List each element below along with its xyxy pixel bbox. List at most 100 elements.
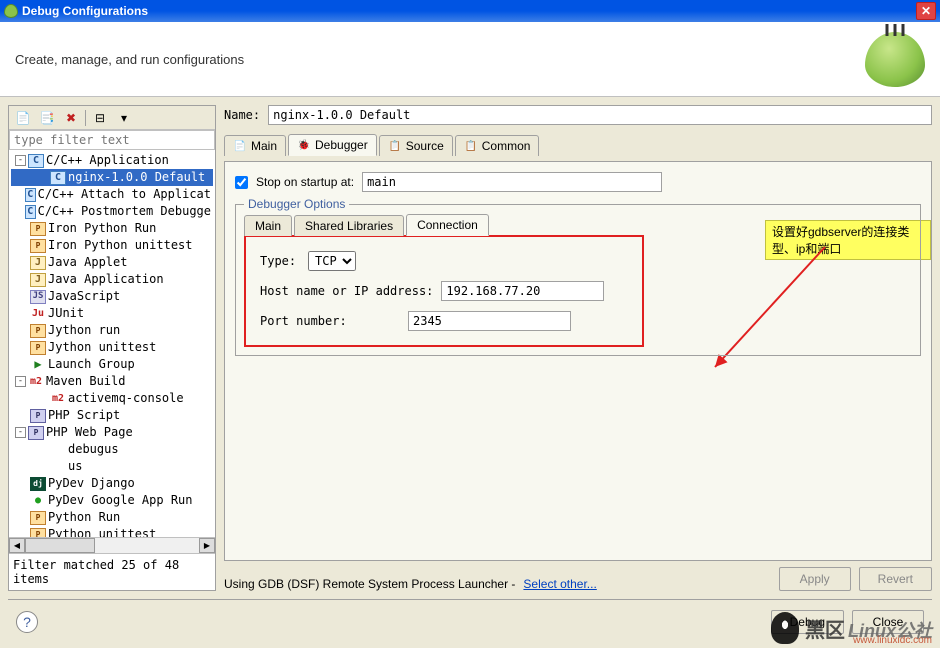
- tree-item[interactable]: PPython unittest: [11, 526, 213, 537]
- tree-item[interactable]: CC/C++ Postmortem Debugge: [11, 203, 213, 220]
- m2-icon: m2: [50, 392, 66, 406]
- host-input[interactable]: [441, 281, 604, 301]
- scroll-right-button[interactable]: ▶: [199, 538, 215, 553]
- stop-on-startup-input[interactable]: [362, 172, 662, 192]
- close-button[interactable]: Close: [852, 610, 924, 634]
- tree-item-label: Launch Group: [48, 357, 135, 372]
- expander-icon[interactable]: -: [15, 427, 26, 438]
- tree-item[interactable]: JJava Application: [11, 271, 213, 288]
- tree-item[interactable]: Cnginx-1.0.0 Default: [11, 169, 213, 186]
- type-select[interactable]: TCP: [308, 251, 356, 271]
- tree-item[interactable]: -m2Maven Build: [11, 373, 213, 390]
- config-toolbar: 📄 📑 ✖ ⊟ ▾: [9, 106, 215, 130]
- filter-status: Filter matched 25 of 48 items: [9, 553, 215, 590]
- tree-item[interactable]: PIron Python Run: [11, 220, 213, 237]
- host-label: Host name or IP address:: [260, 284, 433, 298]
- py-icon: P: [30, 511, 46, 525]
- dj-icon: dj: [30, 477, 46, 491]
- tree-item[interactable]: -PPHP Web Page: [11, 424, 213, 441]
- tree-item[interactable]: CC/C++ Attach to Applicat: [11, 186, 213, 203]
- scroll-thumb[interactable]: [25, 538, 95, 553]
- port-label: Port number:: [260, 314, 400, 328]
- bug-icon: [4, 4, 18, 18]
- revert-button[interactable]: Revert: [859, 567, 932, 591]
- name-label: Name:: [224, 108, 260, 122]
- tree-item[interactable]: PIron Python unittest: [11, 237, 213, 254]
- stop-on-startup-checkbox[interactable]: [235, 176, 248, 189]
- tree-item-label: PHP Web Page: [46, 425, 133, 440]
- tree-item[interactable]: m2activemq-console: [11, 390, 213, 407]
- close-window-button[interactable]: ✕: [916, 2, 936, 20]
- py-icon: P: [30, 528, 46, 538]
- c-icon: C: [25, 205, 36, 219]
- tree-item[interactable]: -CC/C++ Application: [11, 152, 213, 169]
- tree-item-label: Jython unittest: [48, 340, 156, 355]
- tree-item[interactable]: us: [11, 458, 213, 475]
- tree-item[interactable]: PJython unittest: [11, 339, 213, 356]
- port-input[interactable]: [408, 311, 571, 331]
- expander-icon[interactable]: -: [15, 376, 26, 387]
- tree-item-label: Java Applet: [48, 255, 127, 270]
- tree-item[interactable]: debugus: [11, 441, 213, 458]
- tab-debugger[interactable]: 🐞Debugger: [288, 134, 377, 156]
- bug-logo-icon: [865, 32, 925, 87]
- tree-item[interactable]: JuJUnit: [11, 305, 213, 322]
- duplicate-config-button[interactable]: 📑: [37, 109, 57, 127]
- tree-item-label: Python Run: [48, 510, 120, 525]
- window-title: Debug Configurations: [22, 4, 148, 18]
- tree-item[interactable]: djPyDev Django: [11, 475, 213, 492]
- tree-item-label: JavaScript: [48, 289, 120, 304]
- tree-item[interactable]: JJava Applet: [11, 254, 213, 271]
- php-icon: P: [28, 426, 44, 440]
- config-tree[interactable]: -CC/C++ ApplicationCnginx-1.0.0 DefaultC…: [9, 150, 215, 537]
- py-icon: P: [30, 222, 46, 236]
- tree-item-label: C/C++ Postmortem Debugge: [38, 204, 211, 219]
- help-button[interactable]: ?: [16, 611, 38, 633]
- tree-item-label: debugus: [68, 442, 119, 457]
- tree-item-label: Maven Build: [46, 374, 125, 389]
- tree-item[interactable]: PJython run: [11, 322, 213, 339]
- apply-button[interactable]: Apply: [779, 567, 851, 591]
- tree-item-label: nginx-1.0.0 Default: [68, 170, 205, 185]
- tree-item-label: C/C++ Application: [46, 153, 169, 168]
- debug-button[interactable]: Debug: [771, 610, 844, 634]
- tree-item[interactable]: ●PyDev Google App Run: [11, 492, 213, 509]
- tree-item-label: Java Application: [48, 272, 164, 287]
- tree-item-label: PHP Script: [48, 408, 120, 423]
- tab-common[interactable]: 📋Common: [455, 135, 540, 156]
- header-description: Create, manage, and run configurations: [15, 52, 244, 67]
- tree-item[interactable]: JSJavaScript: [11, 288, 213, 305]
- c-icon: C: [50, 171, 66, 185]
- tree-item[interactable]: PPHP Script: [11, 407, 213, 424]
- tree-item-label: PyDev Google App Run: [48, 493, 193, 508]
- filter-dropdown-button[interactable]: ▾: [114, 109, 134, 127]
- py-icon: P: [30, 239, 46, 253]
- inner-tab-connection[interactable]: Connection: [406, 214, 489, 236]
- inner-tab-main[interactable]: Main: [244, 215, 292, 236]
- tab-main[interactable]: 📄Main: [224, 135, 286, 156]
- name-input[interactable]: [268, 105, 932, 125]
- expander-icon[interactable]: -: [15, 155, 26, 166]
- gr-icon: ●: [30, 494, 46, 508]
- tree-item[interactable]: PPython Run: [11, 509, 213, 526]
- tree-item-label: PyDev Django: [48, 476, 135, 491]
- filter-input[interactable]: [9, 130, 215, 150]
- tree-item[interactable]: ▶Launch Group: [11, 356, 213, 373]
- c-icon: C: [28, 154, 44, 168]
- delete-config-button[interactable]: ✖: [61, 109, 81, 127]
- inner-tab-shared-libraries[interactable]: Shared Libraries: [294, 215, 404, 236]
- py-icon: P: [30, 324, 46, 338]
- launcher-text: Using GDB (DSF) Remote System Process La…: [224, 577, 515, 591]
- java-icon: J: [30, 273, 46, 287]
- tree-item-label: C/C++ Attach to Applicat: [38, 187, 211, 202]
- tree-item-label: Iron Python unittest: [48, 238, 193, 253]
- tab-source[interactable]: 📋Source: [379, 135, 453, 156]
- tree-scrollbar[interactable]: ◀ ▶: [9, 537, 215, 553]
- scroll-left-button[interactable]: ◀: [9, 538, 25, 553]
- m2-icon: m2: [28, 375, 44, 389]
- new-config-button[interactable]: 📄: [13, 109, 33, 127]
- tree-item-label: Python unittest: [48, 527, 156, 537]
- select-other-link[interactable]: Select other...: [523, 577, 596, 591]
- collapse-button[interactable]: ⊟: [90, 109, 110, 127]
- js-icon: JS: [30, 290, 46, 304]
